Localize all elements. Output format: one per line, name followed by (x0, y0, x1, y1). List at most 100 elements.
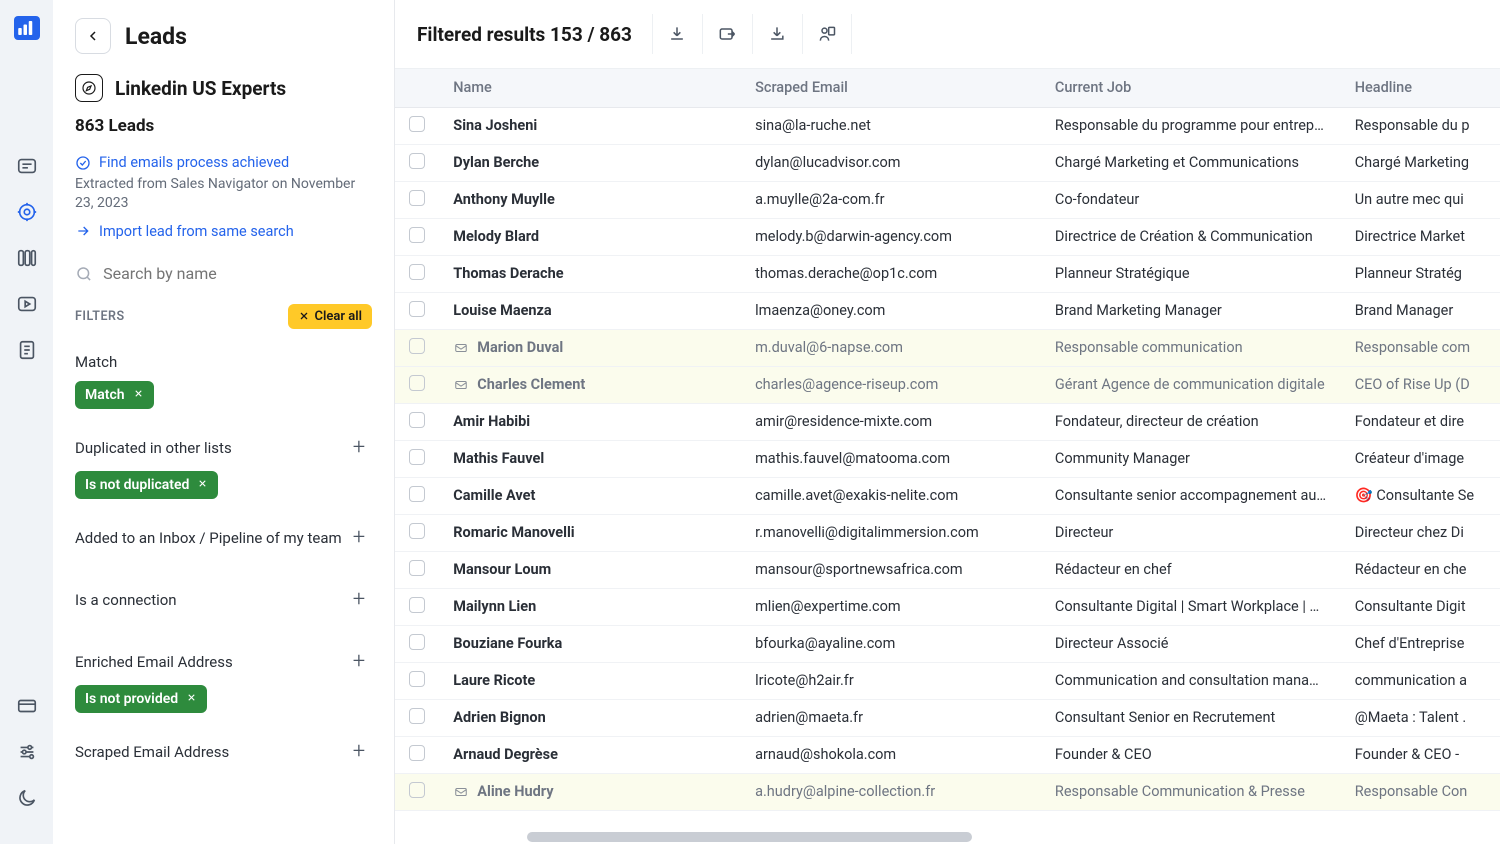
theme-icon[interactable] (15, 786, 39, 810)
add-filter-button[interactable]: + (346, 649, 372, 675)
lead-headline: @Maeta : Talent . (1341, 699, 1500, 736)
table-row[interactable]: Adrien Bignonadrien@maeta.frConsultant S… (395, 699, 1500, 736)
video-icon[interactable] (15, 292, 39, 316)
col-email[interactable]: Scraped Email (741, 69, 1041, 107)
row-checkbox[interactable] (409, 745, 425, 761)
row-checkbox[interactable] (409, 634, 425, 650)
table-row[interactable]: Amir Habibiamir@residence-mixte.comFonda… (395, 403, 1500, 440)
col-name[interactable]: Name (439, 69, 741, 107)
filter-title: Is a connection (75, 591, 177, 609)
leads-table: Name Scraped Email Current Job Headline … (395, 69, 1500, 811)
row-checkbox[interactable] (409, 486, 425, 502)
add-filter-button[interactable]: + (346, 525, 372, 551)
table-row[interactable]: Charles Clementcharles@agence-riseup.com… (395, 366, 1500, 403)
lead-job: Founder & CEO (1041, 736, 1341, 773)
table-row[interactable]: Bouziane Fourkabfourka@ayaline.comDirect… (395, 625, 1500, 662)
chip-remove-icon[interactable] (186, 691, 197, 707)
export-button[interactable] (702, 14, 752, 54)
filter-title: Duplicated in other lists (75, 439, 232, 457)
add-filter-button[interactable]: + (346, 739, 372, 765)
add-filter-button[interactable]: + (346, 587, 372, 613)
columns-icon[interactable] (15, 246, 39, 270)
table-row[interactable]: Camille Avetcamille.avet@exakis-nelite.c… (395, 477, 1500, 514)
row-checkbox[interactable] (409, 190, 425, 206)
lead-name: Arnaud Degrèse (453, 746, 558, 763)
lead-job: Gérant Agence de communication digitale (1041, 366, 1341, 403)
table-row[interactable]: Thomas Derachethomas.derache@op1c.comPla… (395, 255, 1500, 292)
horizontal-scrollbar[interactable] (395, 830, 1500, 844)
chip-remove-icon[interactable] (133, 387, 144, 403)
settings-icon[interactable] (15, 740, 39, 764)
filter-chip[interactable]: Is not duplicated (75, 471, 218, 499)
download-button[interactable] (652, 14, 702, 54)
row-checkbox[interactable] (409, 301, 425, 317)
row-checkbox[interactable] (409, 449, 425, 465)
row-checkbox[interactable] (409, 708, 425, 724)
import-button[interactable] (752, 14, 802, 54)
import-link[interactable]: Import lead from same search (75, 223, 372, 240)
messages-icon[interactable] (15, 154, 39, 178)
leads-count: 863 Leads (75, 116, 372, 136)
lead-job: Consultante senior accompagnement au c..… (1041, 477, 1341, 514)
row-checkbox[interactable] (409, 412, 425, 428)
enrich-button[interactable] (802, 14, 852, 54)
table-row[interactable]: Laure Ricotelricote@h2air.frCommunicatio… (395, 662, 1500, 699)
lead-name: Melody Blard (453, 228, 539, 245)
chip-remove-icon[interactable] (197, 477, 208, 493)
back-button[interactable] (75, 18, 111, 54)
col-job[interactable]: Current Job (1041, 69, 1341, 107)
lead-job: Chargé Marketing et Communications (1041, 144, 1341, 181)
table-row[interactable]: Dylan Berchedylan@lucadvisor.comChargé M… (395, 144, 1500, 181)
lead-headline: Responsable com (1341, 329, 1500, 366)
row-checkbox[interactable] (409, 671, 425, 687)
row-checkbox[interactable] (409, 597, 425, 613)
lead-job: Brand Marketing Manager (1041, 292, 1341, 329)
row-checkbox[interactable] (409, 375, 425, 391)
billing-icon[interactable] (15, 694, 39, 718)
add-filter-button[interactable]: + (346, 435, 372, 461)
table-row[interactable]: Mailynn Lienmlien@expertime.comConsultan… (395, 588, 1500, 625)
target-icon[interactable] (15, 200, 39, 224)
table-row[interactable]: Aline Hudrya.hudry@alpine-collection.frR… (395, 773, 1500, 810)
table-row[interactable]: Louise Maenzalmaenza@oney.comBrand Marke… (395, 292, 1500, 329)
table-row[interactable]: Sina Joshenisina@la-ruche.netResponsable… (395, 107, 1500, 144)
row-checkbox[interactable] (409, 116, 425, 132)
search-input[interactable] (103, 264, 372, 283)
row-checkbox[interactable] (409, 338, 425, 354)
lead-name: Mansour Loum (453, 561, 551, 578)
table-row[interactable]: Arnaud Degrèsearnaud@shokola.comFounder … (395, 736, 1500, 773)
table-container[interactable]: Name Scraped Email Current Job Headline … (395, 69, 1500, 844)
row-checkbox[interactable] (409, 782, 425, 798)
lead-headline: Rédacteur en che (1341, 551, 1500, 588)
table-row[interactable]: Romaric Manovellir.manovelli@digitalimme… (395, 514, 1500, 551)
row-checkbox[interactable] (409, 523, 425, 539)
filter-chip[interactable]: Match (75, 381, 154, 409)
lead-job: Directeur (1041, 514, 1341, 551)
row-checkbox[interactable] (409, 560, 425, 576)
row-checkbox[interactable] (409, 153, 425, 169)
row-checkbox[interactable] (409, 264, 425, 280)
page-title: Leads (125, 23, 187, 50)
lead-headline: Responsable du p (1341, 107, 1500, 144)
col-headline[interactable]: Headline (1341, 69, 1500, 107)
status-link[interactable]: Find emails process achieved (75, 154, 372, 171)
search-box[interactable] (75, 260, 372, 304)
main-panel: Filtered results 153 / 863 Name Scraped … (395, 0, 1500, 844)
lead-email: mansour@sportnewsafrica.com (741, 551, 1041, 588)
lead-email: bfourka@ayaline.com (741, 625, 1041, 662)
row-checkbox[interactable] (409, 227, 425, 243)
table-row[interactable]: Marion Duvalm.duval@6-napse.comResponsab… (395, 329, 1500, 366)
lead-job: Fondateur, directeur de création (1041, 403, 1341, 440)
filter-chip[interactable]: Is not provided (75, 685, 207, 713)
lead-name: Bouziane Fourka (453, 635, 562, 652)
table-row[interactable]: Mansour Loum mansour@sportnewsafrica.com R… (395, 551, 1500, 588)
app-logo[interactable] (14, 16, 40, 40)
clear-all-button[interactable]: Clear all (288, 304, 373, 329)
table-row[interactable]: Melody Blardmelody.b@darwin-agency.comDi… (395, 218, 1500, 255)
table-row[interactable]: Anthony Muyllea.muylle@2a-com.frCo-fonda… (395, 181, 1500, 218)
filter-title: Match (75, 353, 117, 371)
lead-name: Amir Habibi (453, 413, 530, 430)
document-icon[interactable] (15, 338, 39, 362)
table-row[interactable]: Mathis Fauvelmathis.fauvel@matooma.comCo… (395, 440, 1500, 477)
lead-email: adrien@maeta.fr (741, 699, 1041, 736)
